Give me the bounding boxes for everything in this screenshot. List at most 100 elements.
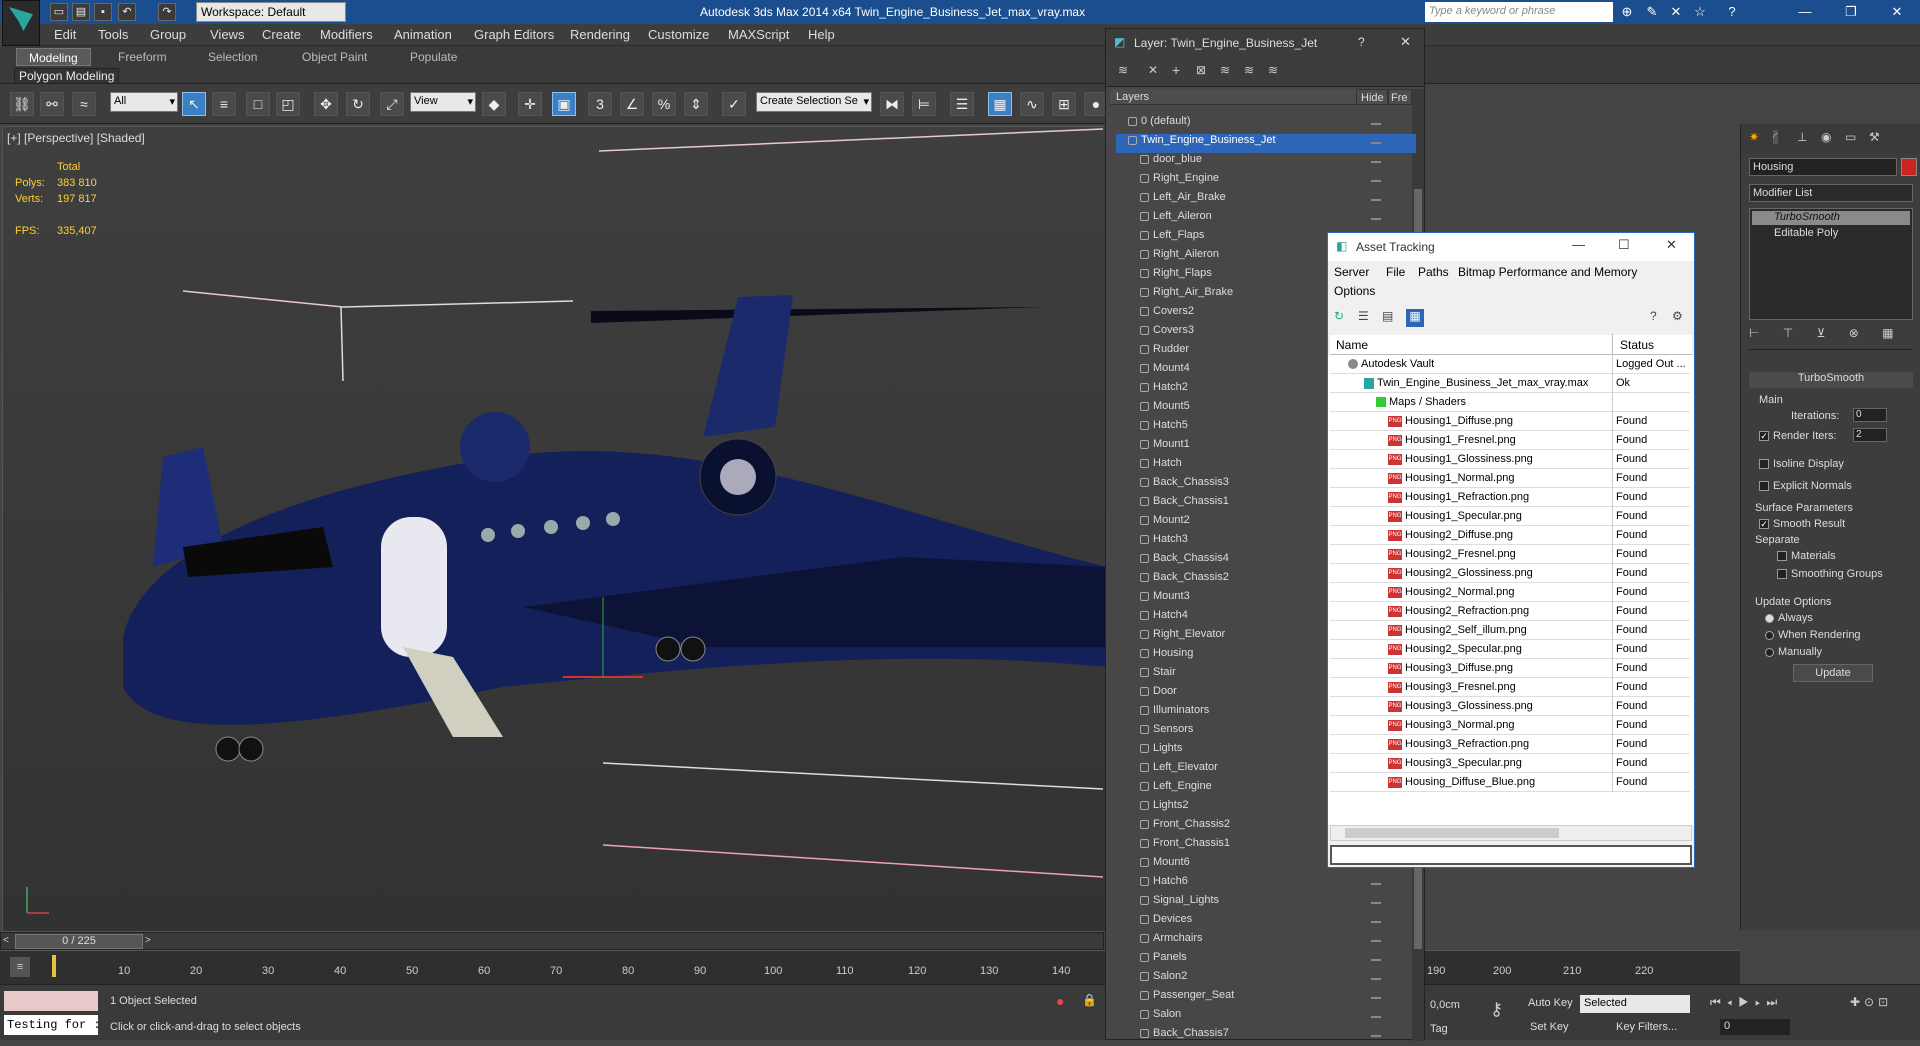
maxscript-input[interactable]: Testing for : — [4, 1015, 98, 1035]
asset-row[interactable]: PNG Housing2_Fresnel.png Found — [1330, 545, 1690, 564]
workspace-dropdown[interactable]: Workspace: Default — [196, 2, 346, 22]
time-slider-thumb[interactable]: 0 / 225 — [15, 934, 143, 949]
asset-row[interactable]: PNG Housing3_Fresnel.png Found — [1330, 678, 1690, 697]
asset-row[interactable]: PNG Housing3_Specular.png Found — [1330, 754, 1690, 773]
render-iters-spinner[interactable]: 2 — [1853, 428, 1887, 442]
hide-toggle[interactable] — [1371, 161, 1381, 163]
asset-row[interactable]: PNG Housing2_Normal.png Found — [1330, 583, 1690, 602]
update-button[interactable]: Update — [1793, 664, 1873, 682]
maxscript-listener-mini[interactable] — [4, 991, 98, 1011]
menu-edit[interactable]: Edit — [54, 27, 76, 42]
menu-help[interactable]: Help — [808, 27, 835, 42]
asset-row[interactable]: Twin_Engine_Business_Jet_max_vray.max Ok — [1330, 374, 1690, 393]
display-tab-icon[interactable]: ▭ — [1845, 130, 1856, 144]
layer-manager-icon[interactable]: ▦ — [988, 92, 1012, 116]
asset-row[interactable]: PNG Housing1_Glossiness.png Found — [1330, 450, 1690, 469]
app-logo-icon[interactable] — [2, 0, 40, 46]
restore-button[interactable]: ❐ — [1828, 0, 1874, 24]
render-iters-checkbox[interactable]: ✓ — [1759, 431, 1769, 442]
close-icon[interactable]: ✕ — [1400, 34, 1411, 50]
stack-item-turbosmooth[interactable]: TurboSmooth — [1752, 211, 1910, 225]
schematic-view-icon[interactable]: ⊞ — [1052, 92, 1076, 116]
manually-radio[interactable] — [1765, 647, 1774, 657]
asset-row[interactable]: PNG Housing2_Glossiness.png Found — [1330, 564, 1690, 583]
layer-row[interactable]: Salon — [1116, 1008, 1416, 1027]
asset-row[interactable]: PNG Housing3_Glossiness.png Found — [1330, 697, 1690, 716]
help-icon[interactable]: ? — [1358, 35, 1365, 49]
percent-snap-icon[interactable]: % — [652, 92, 676, 116]
modify-tab-icon[interactable]: ◜ — [1773, 130, 1778, 144]
tab-populate[interactable]: Populate — [398, 48, 469, 66]
track-bar-right[interactable]: 190 200 210 220 — [1425, 950, 1740, 984]
asset-horizontal-scrollbar[interactable] — [1330, 825, 1692, 841]
hide-toggle[interactable] — [1371, 199, 1381, 201]
asset-row[interactable]: PNG Housing1_Specular.png Found — [1330, 507, 1690, 526]
align-icon[interactable]: ⊨ — [912, 92, 936, 116]
modifier-list-dropdown[interactable]: Modifier List — [1749, 184, 1913, 202]
asset-menu-paths[interactable]: Paths — [1418, 265, 1449, 279]
options-icon[interactable]: ⚙ — [1672, 309, 1683, 323]
maximize-icon[interactable]: ☐ — [1618, 237, 1630, 253]
menu-tools[interactable]: Tools — [98, 27, 128, 42]
hide-toggle[interactable] — [1371, 1016, 1381, 1018]
layer-row[interactable]: Signal_Lights — [1116, 894, 1416, 913]
asset-row[interactable]: Maps / Shaders — [1330, 393, 1690, 412]
asset-row[interactable]: PNG Housing3_Normal.png Found — [1330, 716, 1690, 735]
hide-toggle[interactable] — [1371, 142, 1381, 144]
smoothing-groups-checkbox[interactable] — [1777, 569, 1787, 580]
playback-controls[interactable]: ⏮◂▶▸⏭ — [1710, 995, 1783, 1010]
asset-tracking-window[interactable]: ◧ Asset Tracking — ☐ ✕ Server File Paths… — [1327, 232, 1695, 868]
prev-frame-icon[interactable]: < — [3, 935, 15, 947]
next-frame-icon[interactable]: > — [145, 935, 157, 947]
materials-checkbox[interactable] — [1777, 551, 1787, 562]
table-view-icon[interactable]: ▦ — [1406, 309, 1424, 327]
asset-menu-options[interactable]: Options — [1334, 284, 1375, 298]
freeze-unfreeze-icon[interactable]: ≋ — [1268, 63, 1278, 77]
viewport-nav-controls[interactable]: ✚⊙⊡ — [1850, 995, 1892, 1009]
hide-toggle[interactable] — [1371, 978, 1381, 980]
asset-row[interactable]: PNG Housing2_Refraction.png Found — [1330, 602, 1690, 621]
thumbnail-view-icon[interactable]: ▤ — [1382, 309, 1398, 325]
asset-row[interactable]: PNG Housing1_Fresnel.png Found — [1330, 431, 1690, 450]
add-time-tag[interactable]: Tag — [1430, 1023, 1448, 1035]
refresh-icon[interactable]: ↻ — [1334, 309, 1350, 325]
snap-toggle-icon[interactable]: 3 — [588, 92, 612, 116]
new-file-icon[interactable]: ▭ — [50, 3, 68, 21]
asset-path-field[interactable] — [1330, 845, 1692, 865]
col-status-header[interactable]: Status — [1620, 338, 1654, 352]
perspective-viewport[interactable]: [+] [Perspective] [Shaded] Total Polys: … — [2, 126, 1106, 932]
polygon-modeling-label[interactable]: Polygon Modeling — [14, 68, 120, 84]
curve-editor-icon[interactable]: ∿ — [1020, 92, 1044, 116]
communication-icon[interactable]: ✕ — [1666, 2, 1686, 22]
explicit-normals-checkbox[interactable] — [1759, 481, 1769, 492]
hide-toggle[interactable] — [1371, 883, 1381, 885]
iterations-spinner[interactable]: 0 — [1853, 408, 1887, 422]
hide-toggle[interactable] — [1371, 940, 1381, 942]
hide-toggle[interactable] — [1371, 902, 1381, 904]
smooth-result-checkbox[interactable]: ✓ — [1759, 519, 1769, 530]
tab-freeform[interactable]: Freeform — [106, 48, 179, 66]
mirror-icon[interactable]: ⧓ — [880, 92, 904, 116]
pivot-center-icon[interactable]: ◆ — [482, 92, 506, 116]
bind-spacewarp-icon[interactable]: ≈ — [72, 92, 96, 116]
set-key-button[interactable]: Set Key — [1530, 1021, 1569, 1033]
key-filters-button[interactable]: Key Filters... — [1616, 1021, 1677, 1033]
window-crossing-icon[interactable]: ◰ — [276, 92, 300, 116]
menu-views[interactable]: Views — [210, 27, 244, 42]
asset-menu-bitmap[interactable]: Bitmap Performance and Memory — [1458, 265, 1637, 279]
add-layer-icon[interactable]: + — [1172, 62, 1180, 78]
hide-toggle[interactable] — [1371, 997, 1381, 999]
hide-toggle[interactable] — [1371, 218, 1381, 220]
select-by-name-icon[interactable]: ≡ — [212, 92, 236, 116]
menu-animation[interactable]: Animation — [394, 27, 452, 42]
asset-row[interactable]: PNG Housing1_Diffuse.png Found — [1330, 412, 1690, 431]
list-view-icon[interactable]: ☰ — [1358, 309, 1374, 325]
auto-key-button[interactable]: Auto Key — [1528, 997, 1573, 1009]
asset-row[interactable]: PNG Housing2_Specular.png Found — [1330, 640, 1690, 659]
col-hide-header[interactable]: Hide — [1356, 89, 1388, 105]
col-layers-header[interactable]: Layers — [1110, 89, 1356, 105]
asset-row[interactable]: PNG Housing_Diffuse_Blue.png Found — [1330, 773, 1690, 792]
tab-selection[interactable]: Selection — [196, 48, 269, 66]
isolate-selection-icon[interactable]: ● — [1056, 993, 1064, 1009]
layer-row[interactable]: Left_Aileron — [1116, 210, 1416, 229]
